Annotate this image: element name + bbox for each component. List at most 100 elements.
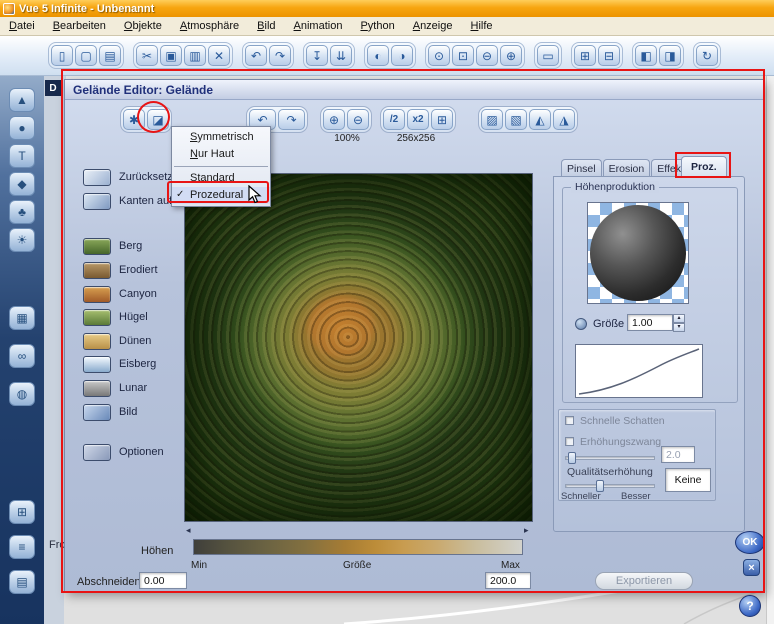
- max-field[interactable]: 200.0: [485, 572, 531, 589]
- terrain-tool-icon[interactable]: ▲: [9, 88, 35, 112]
- drop-group: ↧ ⇊: [303, 42, 355, 69]
- size-spinner[interactable]: ▴ ▾: [673, 314, 685, 332]
- menu-item-nur-haut[interactable]: Nur Haut: [172, 146, 270, 163]
- clip-bottom-icon[interactable]: ▨: [481, 109, 503, 130]
- terrain-preview[interactable]: [184, 173, 533, 522]
- altitude-curve[interactable]: [575, 344, 703, 398]
- menu-animation[interactable]: Animation: [285, 17, 352, 35]
- menu-hilfe[interactable]: Hilfe: [461, 17, 501, 35]
- preset-berg[interactable]: Berg: [83, 236, 142, 256]
- preset-optionen[interactable]: Optionen: [83, 442, 164, 462]
- zoom-in-icon[interactable]: ⊕: [323, 109, 345, 130]
- text-tool-icon[interactable]: T: [9, 144, 35, 168]
- refresh-icon[interactable]: ↻: [696, 45, 718, 66]
- double-resolution-button[interactable]: x2: [407, 109, 429, 130]
- altitude-field[interactable]: 2.0: [661, 446, 695, 463]
- save-file-icon[interactable]: ▤: [99, 45, 121, 66]
- panel-tool-icon[interactable]: ▤: [9, 570, 35, 594]
- smart-drop-icon[interactable]: ⇊: [330, 45, 352, 66]
- menu-bild[interactable]: Bild: [248, 17, 284, 35]
- menu-bearbeiten[interactable]: Bearbeiten: [44, 17, 115, 35]
- fast-shadows-checkbox[interactable]: [565, 416, 574, 425]
- altitude-label: Erhöhungszwang: [580, 436, 662, 448]
- slope-right-icon[interactable]: ◮: [553, 109, 575, 130]
- left-view-icon[interactable]: ◧: [635, 45, 657, 66]
- sphere-tool-icon[interactable]: ●: [9, 116, 35, 140]
- preset-bild[interactable]: Bild: [83, 402, 137, 422]
- scroll-right-icon[interactable]: ▸: [524, 525, 529, 536]
- ok-button[interactable]: OK: [735, 531, 765, 554]
- open-file-icon[interactable]: ▢: [75, 45, 97, 66]
- preset-lunar[interactable]: Lunar: [83, 378, 147, 398]
- dialog-title[interactable]: Gelände Editor: Gelände: [65, 80, 763, 100]
- preset-erodiert[interactable]: Erodiert: [83, 260, 158, 280]
- menu-objekte[interactable]: Objekte: [115, 17, 171, 35]
- camera-tool-icon[interactable]: ▦: [9, 306, 35, 330]
- plant-tool-icon[interactable]: ♣: [9, 200, 35, 224]
- right-view-icon[interactable]: ◨: [659, 45, 681, 66]
- light-tool-icon[interactable]: ☀: [9, 228, 35, 252]
- fractal-preview[interactable]: [587, 202, 689, 304]
- spin-up-icon[interactable]: ▴: [673, 314, 685, 323]
- quality-slider[interactable]: [565, 480, 655, 492]
- heights-gradient[interactable]: [193, 539, 523, 555]
- zoom-out-icon[interactable]: ⊖: [347, 109, 369, 130]
- preset-zuruecksetzen[interactable]: Zurücksetze: [83, 167, 179, 187]
- export-button[interactable]: Exportieren: [595, 572, 693, 590]
- altitude-checkbox[interactable]: [565, 437, 574, 446]
- half-resolution-button[interactable]: /2: [383, 109, 405, 130]
- drop-object-icon[interactable]: ↧: [306, 45, 328, 66]
- tab-prozedural[interactable]: Proz.: [681, 156, 727, 176]
- tab-pinsel[interactable]: Pinsel: [561, 159, 602, 177]
- clip-top-icon[interactable]: ▧: [505, 109, 527, 130]
- delete-icon[interactable]: ✕: [208, 45, 230, 66]
- menu-datei[interactable]: Datei: [0, 17, 44, 35]
- redo-icon[interactable]: ↷: [278, 109, 305, 130]
- resize-terrain-icon[interactable]: ⊞: [431, 109, 453, 130]
- preset-huegel[interactable]: Hügel: [83, 307, 148, 327]
- rock-tool-icon[interactable]: ◆: [9, 172, 35, 196]
- reset-brush-icon[interactable]: ◪: [147, 109, 169, 130]
- undo-icon[interactable]: ↶: [245, 45, 267, 66]
- layout-tool-icon[interactable]: ⊞: [9, 500, 35, 524]
- quad-view-icon[interactable]: ⊞: [574, 45, 596, 66]
- slope-left-icon[interactable]: ◭: [529, 109, 551, 130]
- tab-erosion[interactable]: Erosion: [602, 159, 651, 177]
- preset-kanten[interactable]: Kanten auf: [83, 191, 172, 211]
- zoom-tool-icon[interactable]: ⊙: [428, 45, 450, 66]
- altitude-slider[interactable]: [565, 452, 655, 464]
- material-tool-icon[interactable]: ◍: [9, 382, 35, 406]
- menu-python[interactable]: Python: [351, 17, 403, 35]
- zoom-in-icon[interactable]: ⊕: [500, 45, 522, 66]
- preset-canyon[interactable]: Canyon: [83, 284, 157, 304]
- zoom-out-icon[interactable]: ⊖: [476, 45, 498, 66]
- cut-icon[interactable]: ✂: [136, 45, 158, 66]
- spin-down-icon[interactable]: ▾: [673, 323, 685, 332]
- new-file-icon[interactable]: ▯: [51, 45, 73, 66]
- close-icon[interactable]: ×: [743, 559, 760, 576]
- redo-icon[interactable]: ↷: [269, 45, 291, 66]
- preset-eisberg[interactable]: Eisberg: [83, 354, 156, 374]
- single-view-icon[interactable]: ▭: [537, 45, 559, 66]
- window-titlebar[interactable]: Vue 5 Infinite - Unbenannt: [0, 0, 774, 17]
- scroll-left-icon[interactable]: ◂: [186, 525, 191, 536]
- paste-icon[interactable]: ▥: [184, 45, 206, 66]
- size-field[interactable]: 1.00: [627, 314, 673, 331]
- link-tool-icon[interactable]: ∞: [9, 344, 35, 368]
- help-button[interactable]: ?: [739, 595, 761, 617]
- preset-duenen[interactable]: Dünen: [83, 331, 151, 351]
- preset-label: Bild: [119, 406, 138, 418]
- render-options-icon[interactable]: ◑: [391, 45, 413, 66]
- menu-atmosphaere[interactable]: Atmosphäre: [171, 17, 248, 35]
- menu-anzeige[interactable]: Anzeige: [404, 17, 462, 35]
- clip-field[interactable]: 0.00: [139, 572, 187, 589]
- render-icon[interactable]: ◐: [367, 45, 389, 66]
- new-terrain-icon[interactable]: ✱: [123, 109, 145, 130]
- altitude-slider-thumb[interactable]: [568, 452, 576, 464]
- split-view-icon[interactable]: ⊟: [598, 45, 620, 66]
- menu-item-symmetrisch[interactable]: Symmetrisch: [172, 129, 270, 146]
- quality-value-field[interactable]: Keine: [665, 468, 711, 492]
- list-tool-icon[interactable]: ≡: [9, 535, 35, 559]
- copy-icon[interactable]: ▣: [160, 45, 182, 66]
- zoom-region-icon[interactable]: ⊡: [452, 45, 474, 66]
